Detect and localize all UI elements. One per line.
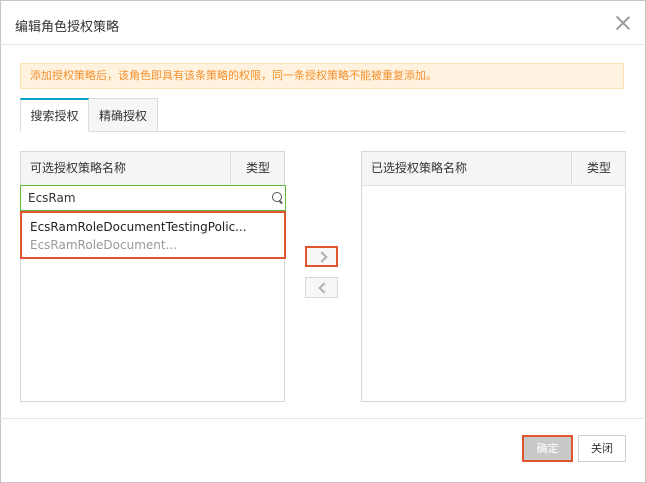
close-icon[interactable] [614, 14, 632, 32]
dialog-title: 编辑角色授权策略 [15, 20, 120, 35]
chevron-left-icon [318, 282, 330, 294]
available-panel-header: 可选授权策略名称 类型 [21, 152, 284, 186]
tab-exact-auth[interactable]: 精确授权 [89, 98, 158, 132]
search-input-value: EcsRam [28, 191, 76, 205]
available-col-type: 类型 [245, 161, 270, 175]
selected-col-name: 已选授权策略名称 [371, 161, 468, 175]
tab-bar: 搜索授权 精确授权 [20, 98, 626, 132]
policy-description: EcsRamRoleDocument... [30, 238, 178, 252]
tab-search-auth[interactable]: 搜索授权 [20, 98, 89, 132]
confirm-button[interactable]: 确定 [522, 435, 573, 462]
header-divider [0, 44, 646, 45]
selected-policies-panel: 已选授权策略名称 类型 [361, 151, 626, 402]
selected-panel-header: 已选授权策略名称 类型 [362, 152, 625, 186]
list-item[interactable]: EcsRamRoleDocumentTestingPolic... EcsRam… [20, 211, 286, 259]
policy-name: EcsRamRoleDocumentTestingPolic... [30, 220, 247, 234]
available-col-name: 可选授权策略名称 [30, 161, 127, 175]
notice-banner: 添加授权策略后，该角色即具有该条策略的权限，同一条授权策略不能被重复添加。 [20, 63, 624, 89]
remove-from-selected-button[interactable] [305, 277, 338, 298]
search-icon[interactable] [272, 192, 282, 202]
selected-col-type: 类型 [586, 161, 611, 175]
chevron-right-icon [316, 251, 328, 263]
add-to-selected-button[interactable] [305, 246, 338, 267]
footer-divider [0, 418, 646, 419]
policy-search-input[interactable]: EcsRam [20, 185, 286, 211]
close-button[interactable]: 关闭 [578, 435, 626, 462]
